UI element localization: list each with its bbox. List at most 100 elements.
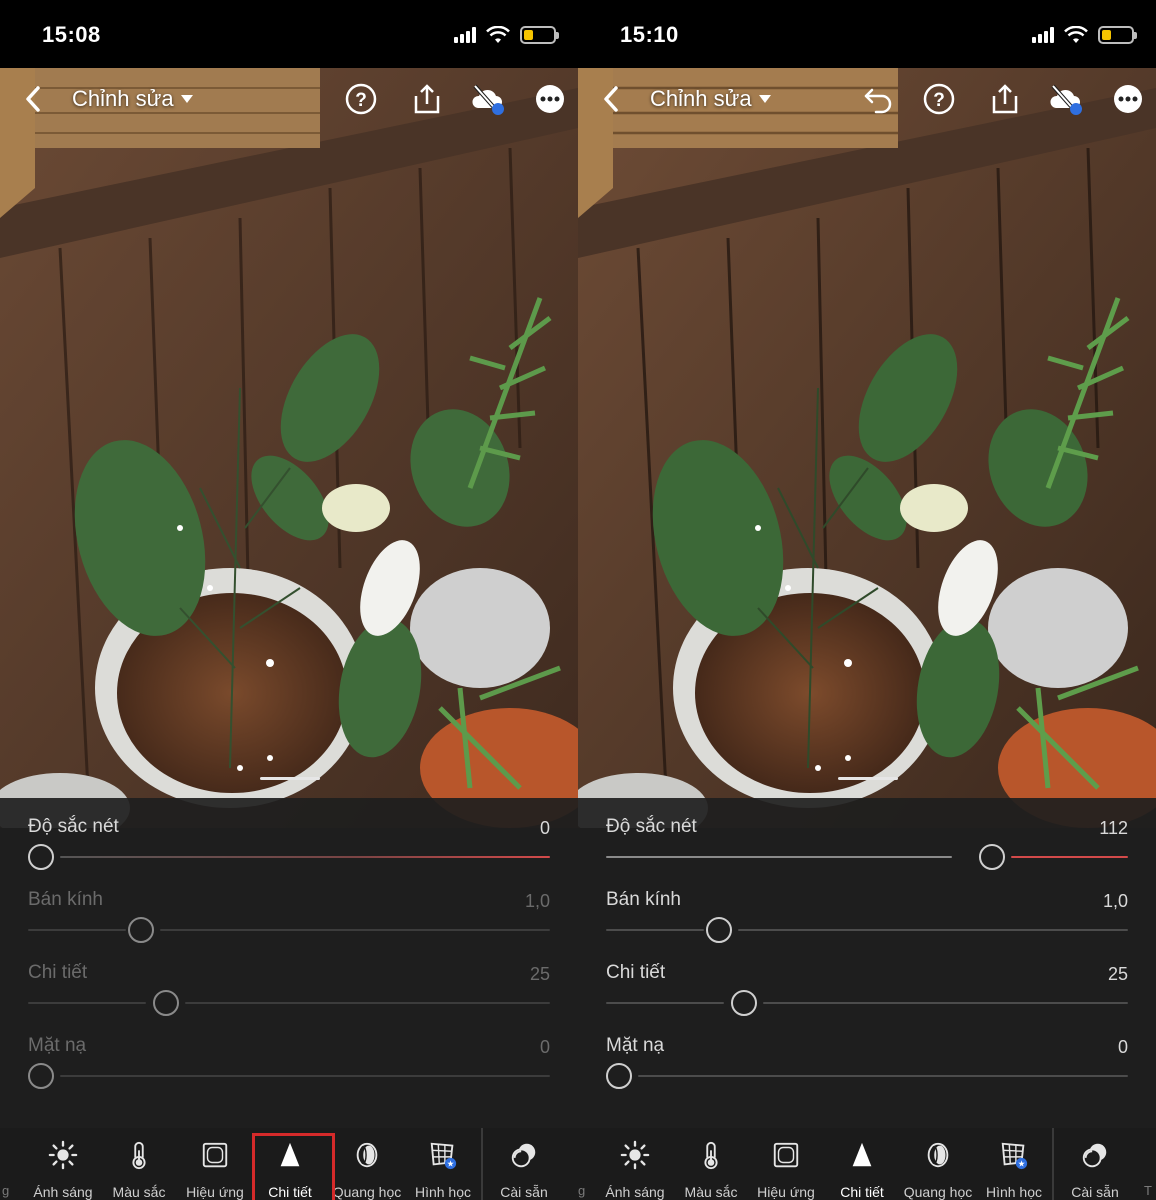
slider-label: Độ sắc nét <box>28 816 119 837</box>
tab-label: Cài sẵn <box>1071 1184 1119 1200</box>
tab-light[interactable]: Ánh sáng <box>598 1128 672 1200</box>
sun-icon <box>620 1140 650 1170</box>
slider-thumb[interactable] <box>979 844 1005 870</box>
cellular-signal-icon <box>1032 27 1054 43</box>
slider-track-left[interactable] <box>606 929 704 931</box>
slider-value: 0 <box>1117 1037 1128 1057</box>
lens-icon <box>356 1142 378 1168</box>
svg-text:?: ? <box>355 90 367 111</box>
slider-value: 0 <box>539 1037 550 1057</box>
slider-track-right[interactable] <box>160 929 550 931</box>
vignette-icon <box>773 1142 799 1168</box>
tab-optics[interactable]: Quang học <box>901 1128 975 1200</box>
cloud-sync-icon[interactable] <box>1048 82 1082 116</box>
status-time: 15:08 <box>42 22 101 47</box>
back-chevron-icon[interactable] <box>18 82 48 116</box>
tab-label: Ánh sáng <box>605 1184 665 1200</box>
slider-value: 0 <box>539 818 550 838</box>
slider-track-right[interactable] <box>763 1002 1128 1004</box>
tab-effects[interactable]: Hiệu ứng <box>751 1128 821 1200</box>
tab-label: Màu sắc <box>112 1184 166 1200</box>
slider-track[interactable] <box>638 1075 1128 1077</box>
slider-track[interactable] <box>60 1075 550 1077</box>
more-options-icon[interactable] <box>533 82 567 116</box>
tab-label: Hình học <box>414 1184 472 1200</box>
slider-thumb[interactable] <box>731 990 757 1016</box>
share-icon[interactable] <box>988 82 1022 116</box>
slider-track[interactable] <box>60 856 550 858</box>
slider-thumb[interactable] <box>28 844 54 870</box>
triangle-icon <box>852 1142 872 1167</box>
slider-thumb[interactable] <box>606 1063 632 1089</box>
tab-label: Hình học <box>985 1184 1043 1200</box>
undo-icon[interactable] <box>862 82 896 116</box>
help-icon[interactable]: ? <box>922 82 956 116</box>
tab-label: Hiệu ứng <box>757 1184 815 1200</box>
slider-value: 112 <box>1099 818 1128 838</box>
share-icon[interactable] <box>410 82 444 116</box>
caret-down-icon <box>180 95 193 103</box>
tab-edge-label: g <box>2 1183 10 1198</box>
thermometer-icon <box>704 1141 718 1170</box>
status-time: 15:10 <box>620 22 679 47</box>
presets-icon <box>511 1143 536 1168</box>
slider-track-right[interactable] <box>1011 856 1128 858</box>
tab-detail[interactable]: Chi tiết <box>827 1128 897 1200</box>
slider-label: Bán kính <box>28 889 103 910</box>
slider-label: Mặt nạ <box>28 1035 87 1056</box>
slider-track-right[interactable] <box>738 929 1128 931</box>
tab-effects[interactable]: Hiệu ứng <box>180 1128 250 1200</box>
slider-label: Bán kính <box>606 889 681 910</box>
grid-icon: ★ <box>430 1142 457 1170</box>
battery-icon <box>520 26 559 44</box>
tab-geometry[interactable]: ★ Hình học <box>979 1128 1049 1200</box>
slider-value: 1,0 <box>1102 891 1128 911</box>
tab-color[interactable]: Màu sắc <box>104 1128 174 1200</box>
edit-mode-dropdown[interactable]: Chỉnh sửa <box>650 84 772 114</box>
tab-label: Màu sắc <box>684 1184 738 1200</box>
slider-thumb[interactable] <box>706 917 732 943</box>
slider-label: Chi tiết <box>606 962 666 983</box>
tab-light[interactable]: Ánh sáng <box>26 1128 100 1200</box>
slider-value: 1,0 <box>524 891 550 911</box>
slider-thumb[interactable] <box>128 917 154 943</box>
photo-preview[interactable] <box>0 68 578 828</box>
slider-track-left[interactable] <box>28 1002 146 1004</box>
panel-drag-handle[interactable] <box>260 777 320 780</box>
slider-track-left[interactable] <box>606 856 952 858</box>
svg-text:★: ★ <box>1018 1159 1026 1169</box>
slider-label: Mặt nạ <box>606 1035 665 1056</box>
more-options-icon[interactable] <box>1111 82 1145 116</box>
edit-mode-dropdown[interactable]: Chỉnh sửa <box>72 84 194 114</box>
vignette-icon <box>202 1142 228 1168</box>
edit-mode-title: Chỉnh sửa <box>650 86 752 111</box>
slider-value: 25 <box>1107 964 1128 984</box>
help-icon[interactable]: ? <box>344 82 378 116</box>
slider-thumb[interactable] <box>153 990 179 1016</box>
slider-track-right[interactable] <box>185 1002 550 1004</box>
tab-color[interactable]: Màu sắc <box>676 1128 746 1200</box>
active-tab-highlight-box <box>252 1133 335 1200</box>
tab-edge-label: T <box>1144 1183 1152 1198</box>
slider-thumb[interactable] <box>28 1063 54 1089</box>
slider-value: 25 <box>529 964 550 984</box>
sun-icon <box>48 1140 78 1170</box>
back-chevron-icon[interactable] <box>596 82 626 116</box>
tab-edge-label: g <box>578 1183 586 1198</box>
photo-preview[interactable] <box>578 68 1156 828</box>
slider-track-left[interactable] <box>28 929 126 931</box>
tab-label: Ánh sáng <box>33 1184 93 1200</box>
grid-icon: ★ <box>1001 1142 1028 1170</box>
tab-geometry[interactable]: ★ Hình học <box>408 1128 478 1200</box>
tab-presets[interactable]: Cài sẵn <box>490 1128 558 1200</box>
slider-track-left[interactable] <box>606 1002 724 1004</box>
tab-optics[interactable]: Quang học <box>330 1128 404 1200</box>
svg-text:?: ? <box>933 90 945 111</box>
tab-presets[interactable]: Cài sẵn <box>1061 1128 1129 1200</box>
cloud-sync-icon[interactable] <box>470 82 504 116</box>
wifi-icon <box>1064 26 1088 43</box>
tab-label: Quang học <box>903 1184 973 1200</box>
tab-label: Quang học <box>332 1184 402 1200</box>
edit-toolbar: Chỉnh sửa ? <box>0 72 578 126</box>
panel-drag-handle[interactable] <box>838 777 898 780</box>
